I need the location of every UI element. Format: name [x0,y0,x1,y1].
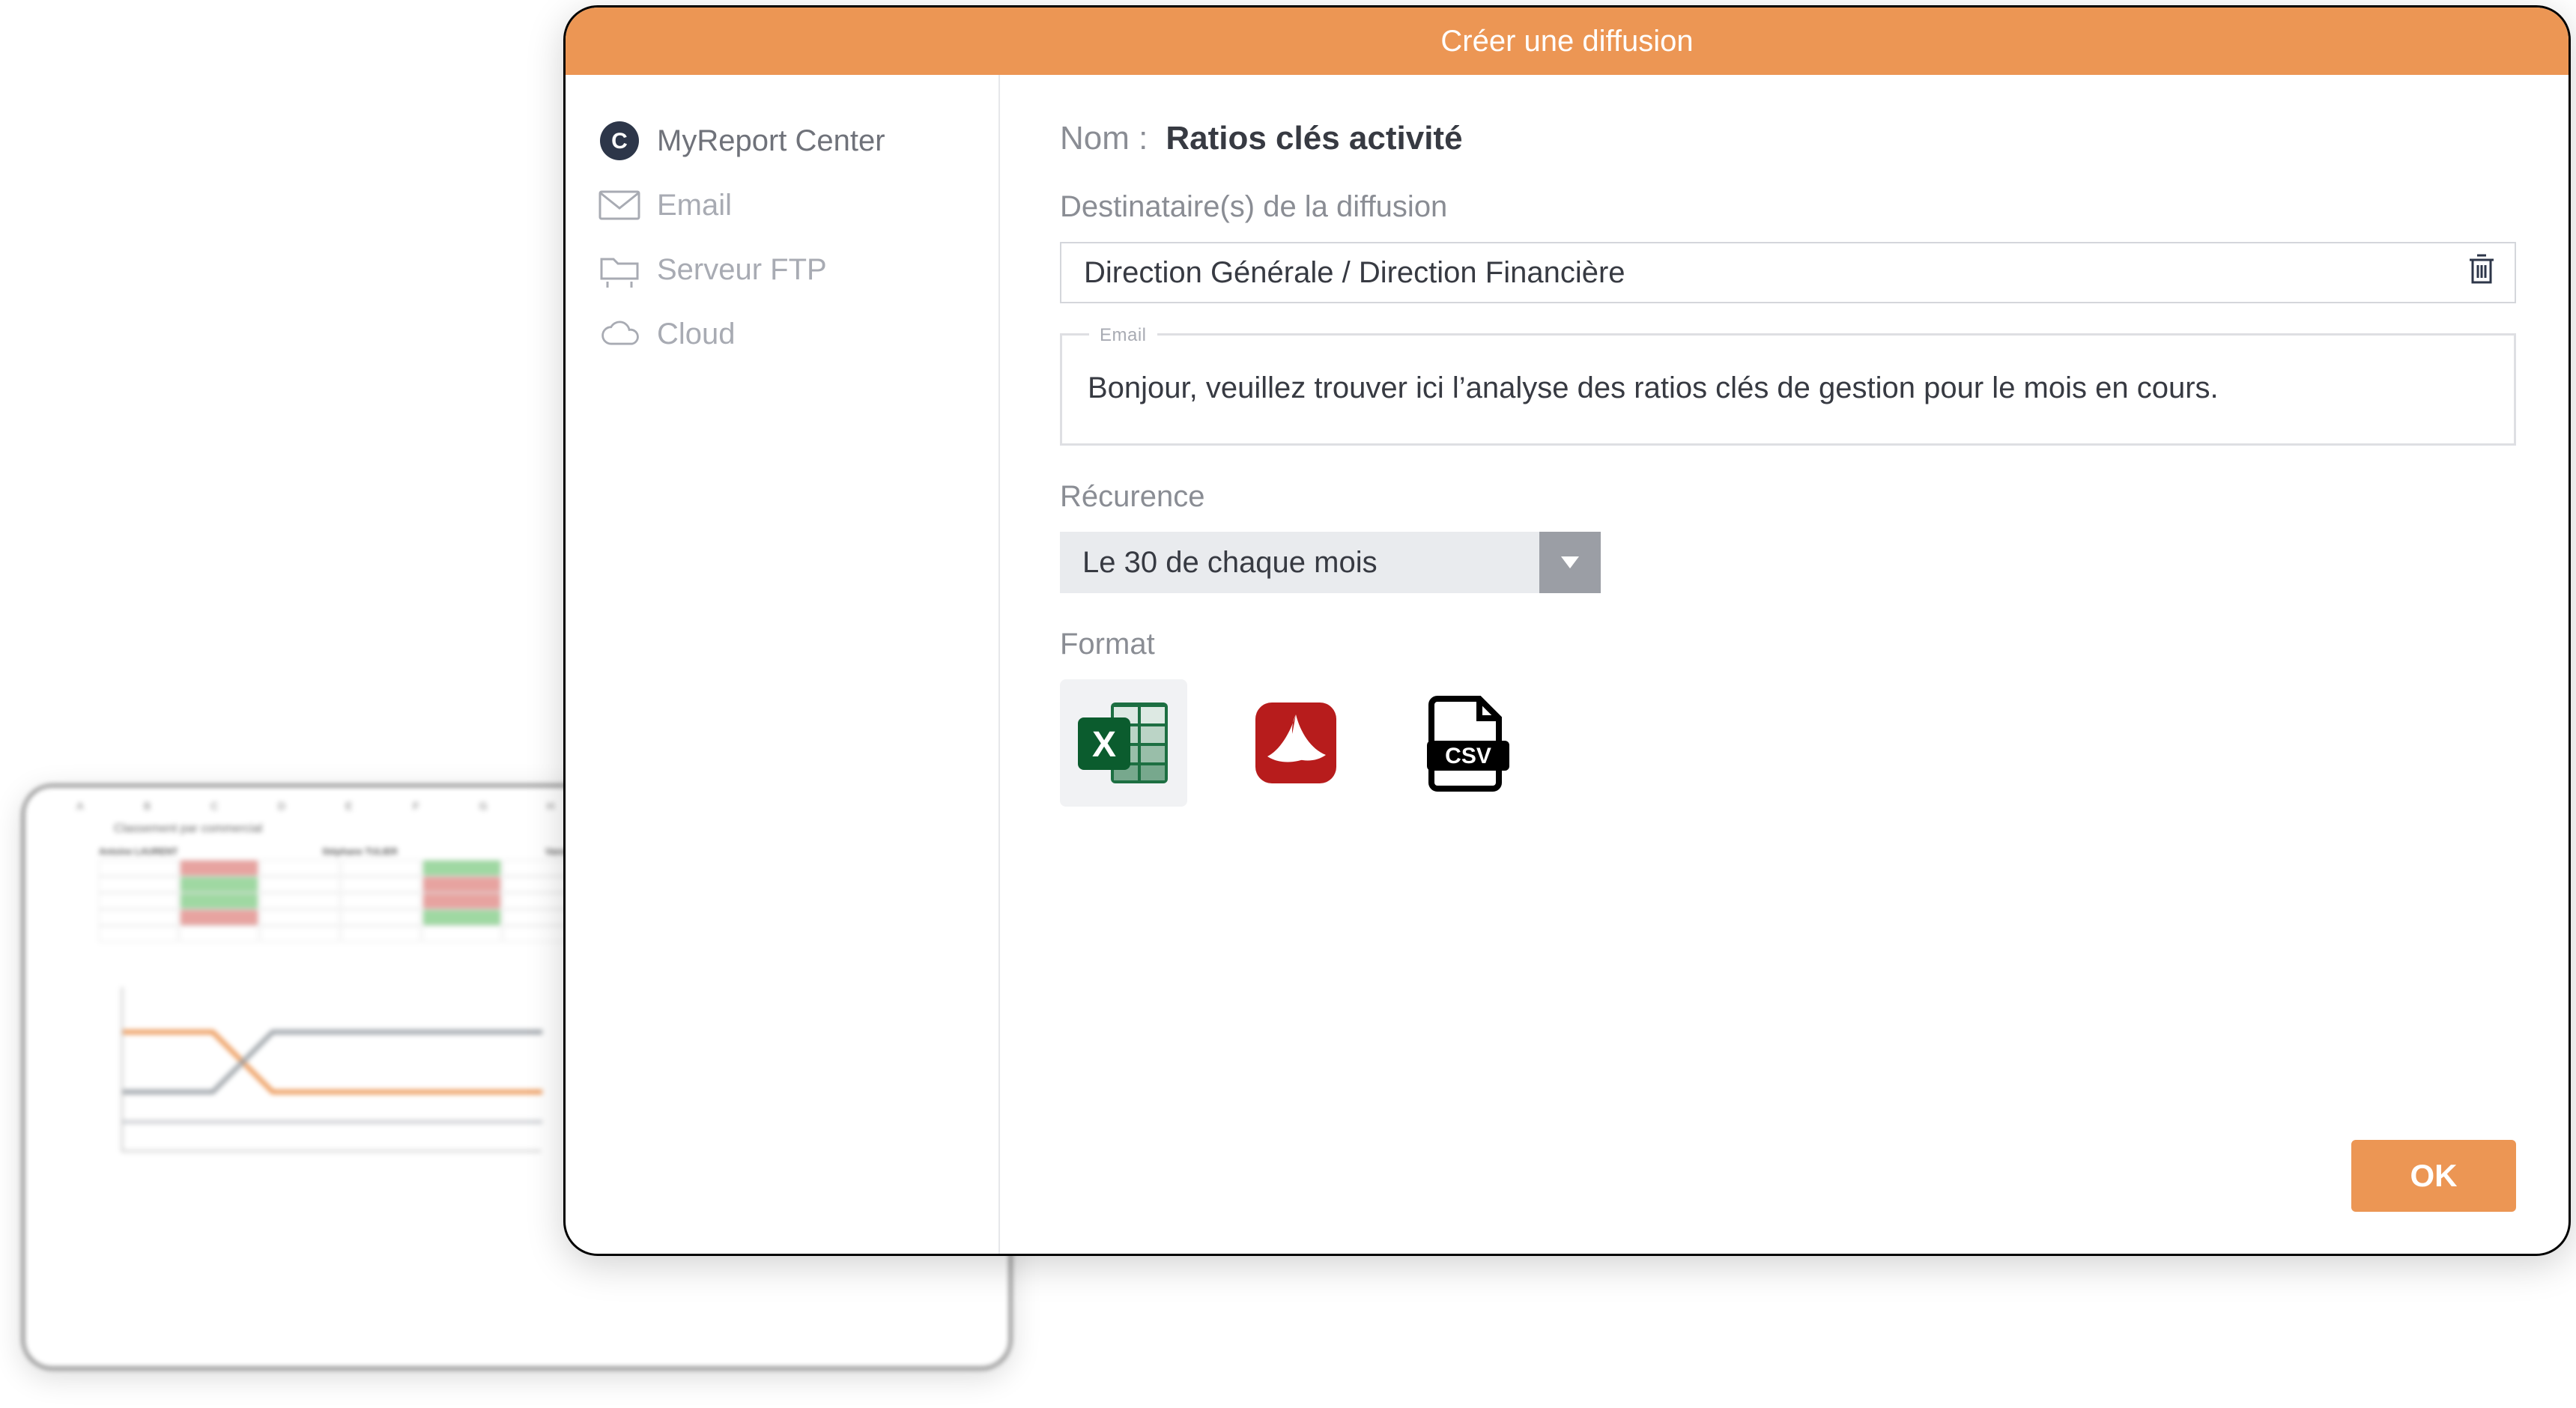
recipient-input[interactable]: Direction Générale / Direction Financièr… [1060,242,2516,303]
excel-icon: X [1075,698,1172,788]
dialog-main: Nom : Ratios clés activité Destinataire(… [1000,75,2569,1254]
svg-text:C: C [611,129,628,154]
cloud-icon [598,313,640,355]
sidebar-item-cloud[interactable]: Cloud [598,313,978,355]
name-row: Nom : Ratios clés activité [1060,120,2516,157]
letter-c-circle-icon: C [598,120,640,162]
sidebar-item-label: Cloud [657,318,736,351]
sidebar-item-ftp[interactable]: Serveur FTP [598,249,978,291]
name-value: Ratios clés activité [1166,120,1462,157]
server-folder-icon [598,249,640,291]
recurrence-label: Récurence [1060,480,2516,514]
pdf-icon [1251,698,1341,788]
recurrence-value: Le 30 de chaque mois [1060,532,1539,593]
sidebar-item-label: MyReport Center [657,124,885,158]
dialog-sidebar: C MyReport Center Email Serveur FTP [566,75,1000,1254]
email-legend: Email [1089,322,1157,349]
format-options: X CSV [1060,679,2516,807]
sidebar-item-label: Email [657,189,732,222]
format-pdf-button[interactable] [1232,679,1360,807]
dialog-title: Créer une diffusion [566,7,2569,75]
name-label: Nom : [1060,120,1148,157]
chevron-down-icon [1560,555,1581,570]
ok-button[interactable]: OK [2351,1140,2516,1212]
csv-icon: CSV [1427,694,1509,792]
svg-text:X: X [1092,725,1116,765]
spreadsheet-mini-chart: — — — [121,987,541,1152]
recipients-label: Destinataire(s) de la diffusion [1060,190,2516,224]
format-csv-button[interactable]: CSV [1404,679,1532,807]
recurrence-select[interactable]: Le 30 de chaque mois [1060,532,2516,593]
envelope-icon [598,184,640,226]
email-body-text: Bonjour, veuillez trouver ici l’analyse … [1088,371,2219,404]
delete-recipient-button[interactable] [2467,252,2497,293]
email-body-field[interactable]: Email Bonjour, veuillez trouver ici l’an… [1060,333,2516,446]
sidebar-item-myreport-center[interactable]: C MyReport Center [598,120,978,162]
svg-text:CSV: CSV [1445,744,1491,768]
sidebar-item-label: Serveur FTP [657,253,827,287]
trash-icon [2467,252,2497,285]
recurrence-dropdown-button[interactable] [1539,532,1601,593]
sidebar-item-email[interactable]: Email [598,184,978,226]
recipient-value: Direction Générale / Direction Financièr… [1084,256,1625,290]
format-label: Format [1060,628,2516,661]
format-excel-button[interactable]: X [1060,679,1187,807]
create-diffusion-dialog: Créer une diffusion C MyReport Center Em… [563,5,2571,1256]
